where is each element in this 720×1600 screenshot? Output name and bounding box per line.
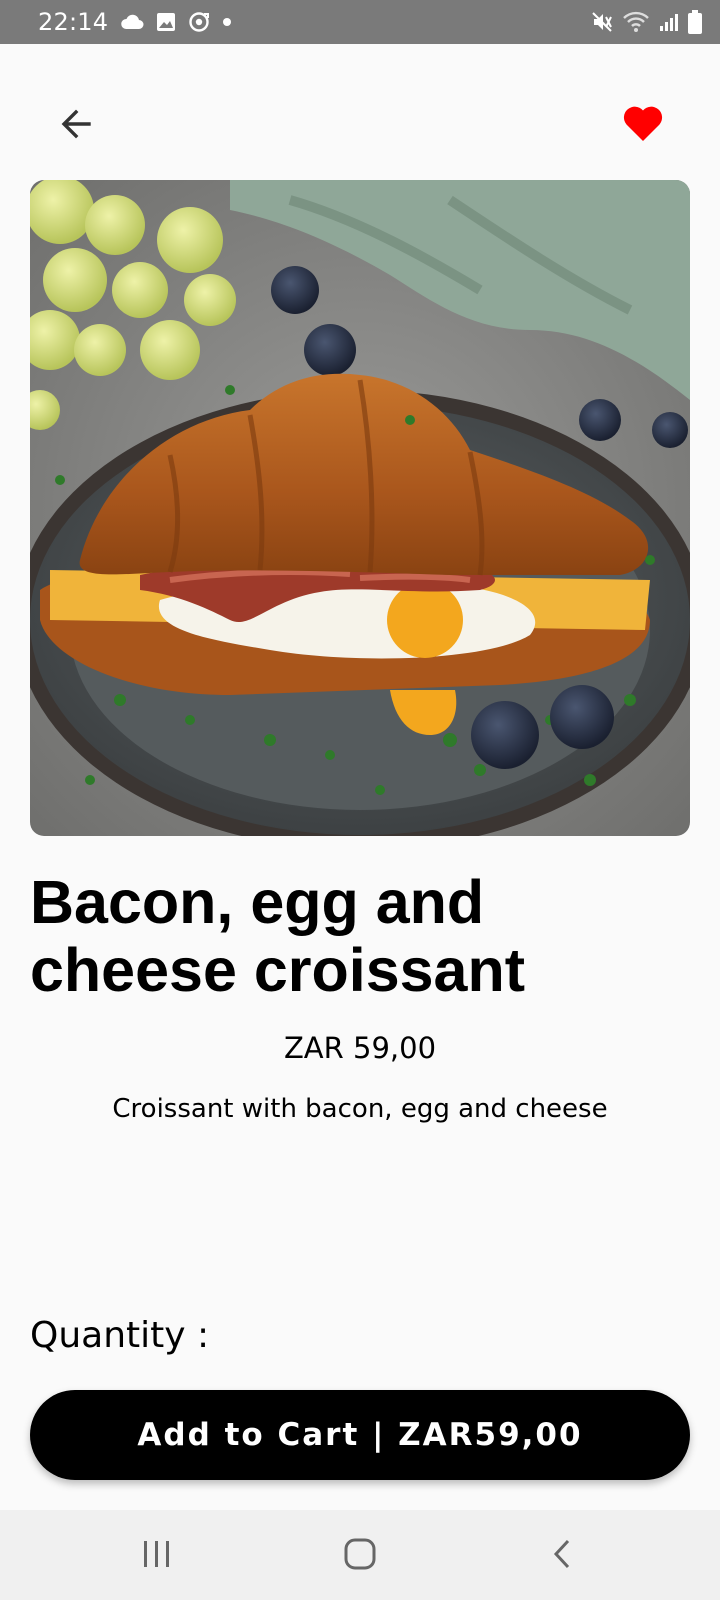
add-to-cart-button[interactable]: Add to Cart | ZAR59,00 — [30, 1390, 690, 1480]
status-right-icons — [590, 10, 702, 34]
status-bar: 22:14 — [0, 0, 720, 44]
heart-icon — [622, 103, 664, 148]
back-nav-button[interactable] — [532, 1526, 592, 1586]
dot-icon — [222, 17, 232, 27]
product-image — [30, 180, 690, 836]
status-time: 22:14 — [38, 8, 109, 36]
mute-icon — [590, 10, 614, 34]
back-button[interactable] — [50, 100, 102, 152]
quantity-label: Quantity : — [30, 1315, 210, 1356]
signal-icon — [658, 11, 680, 33]
sync-icon — [188, 11, 210, 33]
recents-icon — [142, 1540, 172, 1573]
image-icon — [156, 12, 176, 32]
system-nav-bar — [0, 1510, 720, 1600]
battery-icon — [688, 10, 702, 34]
wifi-icon — [622, 11, 650, 33]
product-price: ZAR 59,00 — [283, 1031, 437, 1065]
status-left-icons — [120, 11, 232, 33]
top-app-bar — [0, 84, 720, 156]
product-description: Croissant with bacon, egg and cheese — [112, 1094, 608, 1124]
home-icon — [343, 1537, 377, 1576]
recents-button[interactable] — [127, 1526, 187, 1586]
cloud-icon — [120, 14, 144, 30]
back-icon — [550, 1538, 574, 1575]
product-title: Bacon, egg and cheese croissant — [30, 868, 526, 1004]
home-button[interactable] — [330, 1526, 390, 1586]
favorite-button[interactable] — [616, 98, 670, 152]
arrow-left-icon — [58, 106, 94, 147]
